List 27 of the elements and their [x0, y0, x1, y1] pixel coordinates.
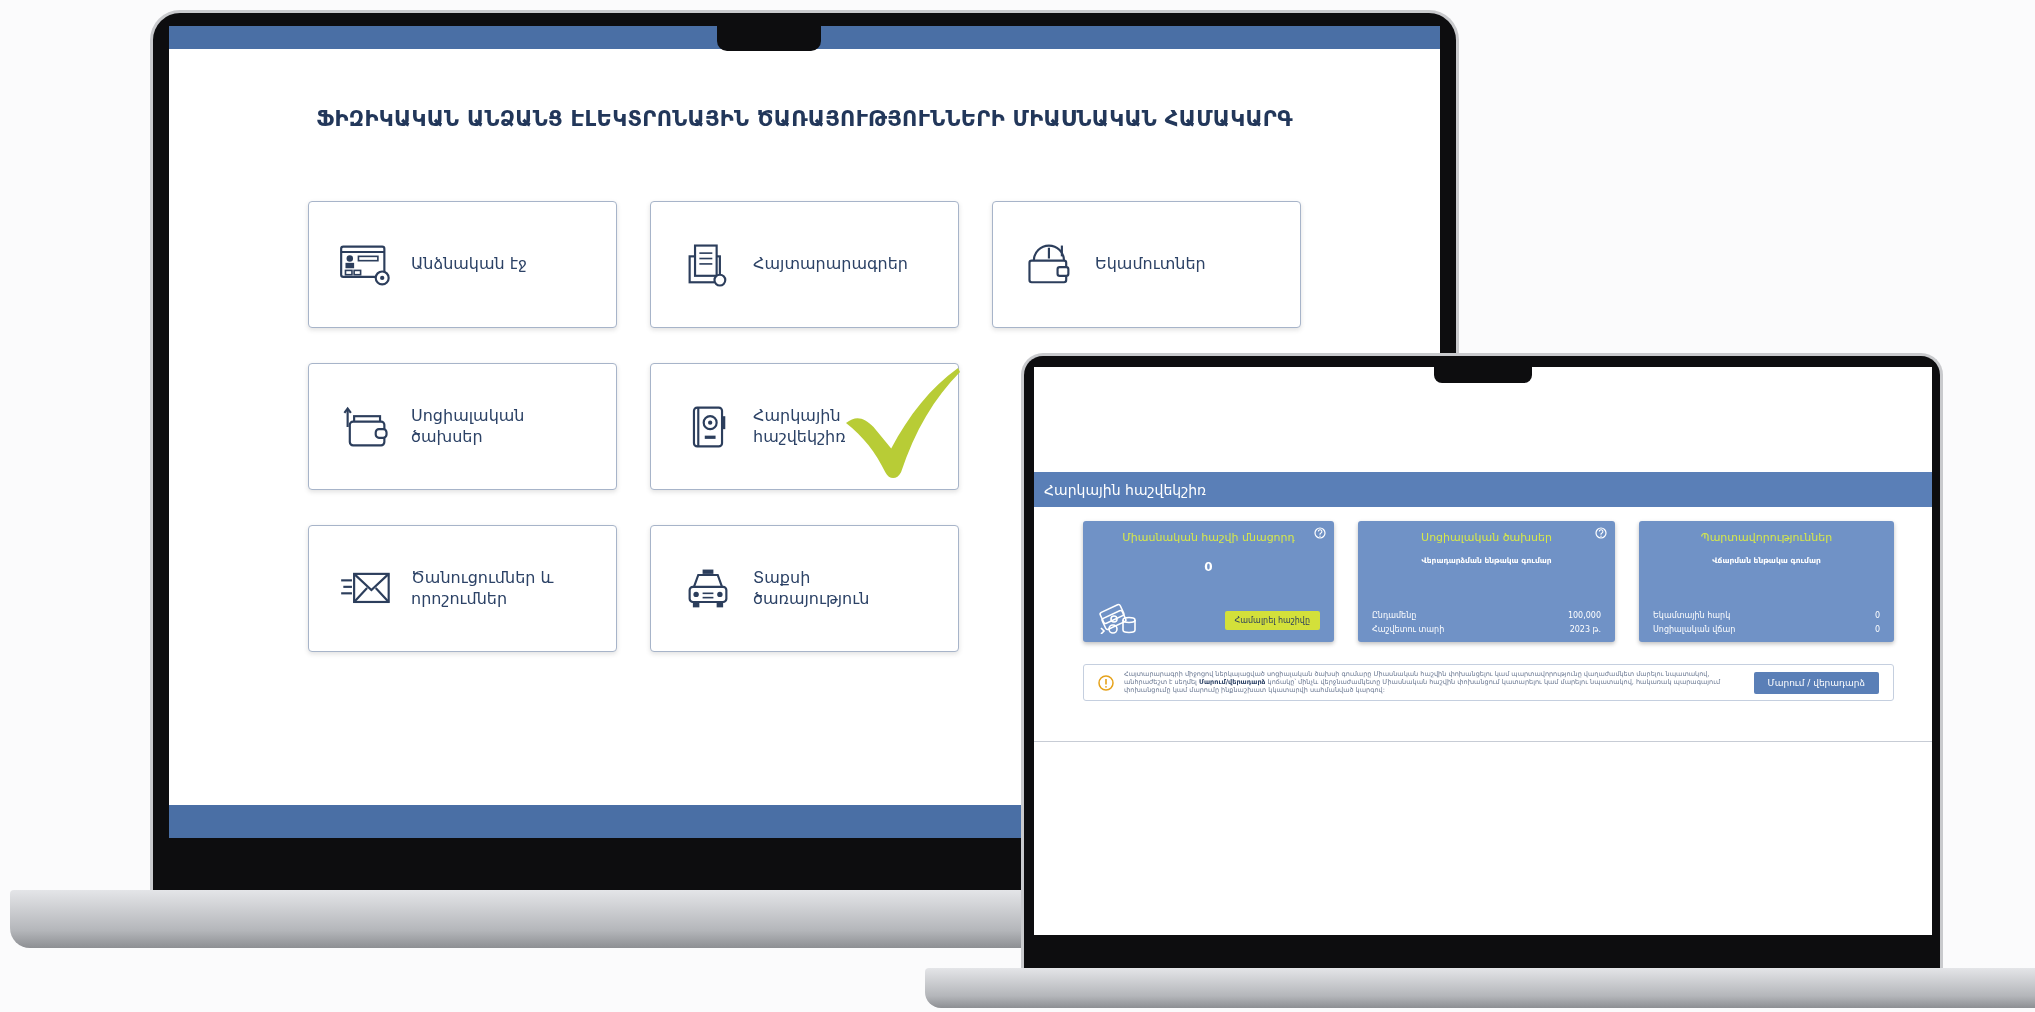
- service-tile[interactable]: Հարկային հաշվեկշիռ: [650, 363, 959, 490]
- row-value: 2023 թ.: [1569, 625, 1601, 634]
- card-title: Միասնական հաշվի մնացորդ: [1122, 531, 1295, 544]
- section-header: Հարկային հաշվեկշիռ: [1034, 472, 1932, 507]
- service-tile[interactable]: Հայտարարագրեր: [650, 201, 959, 328]
- service-tile[interactable]: Ծանուցումներ և որոշումներ: [308, 525, 617, 652]
- row-label: Սոցիալական վճար: [1653, 625, 1736, 634]
- service-tile[interactable]: Եկամուտներ: [992, 201, 1301, 328]
- page-title: ՖԻԶԻԿԱԿԱՆ ԱՆՁԱՆՑ ԷԼԵԿՏՐՈՆԱՅԻՆ ԾԱՌԱՅՈՒԹՅՈՒՆՆԵՐԻ ՄԻԱՍՆԱԿԱՆ ՀԱՄԱԿԱՐԳ: [316, 107, 1293, 131]
- row-value: 0: [1874, 625, 1880, 634]
- card-title: Սոցիալական ծախսեր: [1421, 531, 1552, 544]
- top-up-button[interactable]: Համալրել հաշիվը: [1224, 611, 1320, 630]
- warning-icon: [1098, 674, 1114, 691]
- service-tile[interactable]: Տաքսի ծառայություն: [650, 525, 959, 652]
- card-title: Պարտավորություններ: [1700, 531, 1833, 544]
- row-value: 0: [1874, 611, 1880, 620]
- service-tile[interactable]: Անձնական էջ: [308, 201, 617, 328]
- service-tile[interactable]: Սոցիալական ծախսեր: [308, 363, 617, 490]
- balance-amount: 0: [1204, 560, 1213, 574]
- row-value: 100,000: [1567, 611, 1601, 620]
- row-label: Հաշվետու տարի: [1372, 625, 1445, 634]
- repay-button[interactable]: Մարում / վերադարձ: [1753, 671, 1879, 694]
- row-label: Ընդամենը: [1372, 611, 1417, 620]
- help-icon[interactable]: [1595, 527, 1607, 539]
- help-icon[interactable]: [1314, 527, 1326, 539]
- row-label: Եկամտային հարկ: [1653, 611, 1731, 620]
- check-mark-icon: [844, 366, 962, 480]
